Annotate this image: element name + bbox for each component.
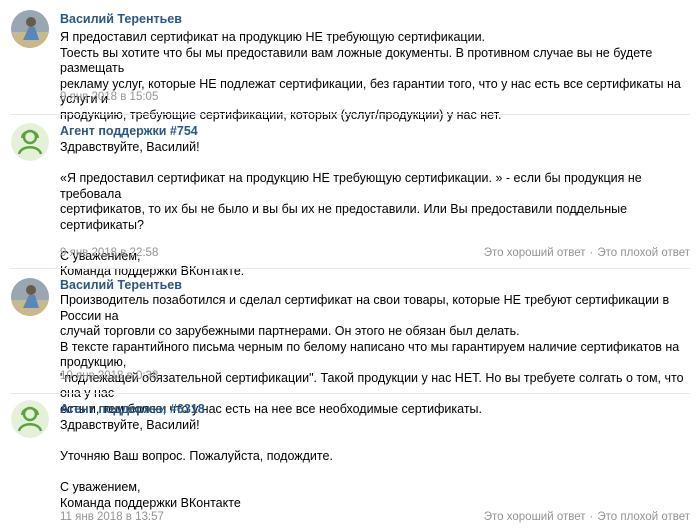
message-author[interactable]: Агент поддержки #6318: [60, 402, 205, 416]
rating-controls: Это хороший ответ · Это плохой ответ: [484, 247, 690, 259]
user-photo-icon: [11, 10, 49, 48]
divider: [10, 268, 690, 269]
support-agent-icon: [11, 400, 49, 438]
user-photo-icon: [11, 278, 49, 316]
message-text: Я предоставил сертификат на продукцию НЕ…: [60, 30, 681, 122]
good-answer-link[interactable]: Это хороший ответ: [484, 247, 586, 259]
rating-controls: Это хороший ответ · Это плохой ответ: [484, 511, 690, 523]
avatar[interactable]: [11, 278, 49, 316]
divider: [10, 393, 690, 394]
good-answer-link[interactable]: Это хороший ответ: [484, 511, 586, 523]
support-agent-icon: [11, 123, 49, 161]
separator: ·: [589, 511, 594, 523]
message-date[interactable]: 10 янв 2018 в 0:38: [60, 370, 158, 382]
avatar[interactable]: [11, 10, 49, 48]
message-author[interactable]: Василий Терентьев: [60, 278, 182, 292]
message-text: Производитель позаботился и сделал серти…: [60, 293, 684, 416]
avatar[interactable]: [11, 400, 49, 438]
message-date[interactable]: 9 янв 2018 в 22:58: [60, 247, 158, 259]
divider: [10, 114, 690, 115]
bad-answer-link[interactable]: Это плохой ответ: [597, 247, 690, 259]
message-date[interactable]: 11 янв 2018 в 13:57: [60, 511, 164, 523]
bad-answer-link[interactable]: Это плохой ответ: [597, 511, 690, 523]
message-author[interactable]: Агент поддержки #754: [60, 124, 198, 138]
separator: ·: [589, 247, 594, 259]
avatar[interactable]: [11, 123, 49, 161]
message-author[interactable]: Василий Терентьев: [60, 12, 182, 26]
message-date[interactable]: 9 янв 2018 в 15:05: [60, 91, 158, 103]
message-text: Здравствуйте, Василий! Уточняю Ваш вопро…: [60, 418, 333, 510]
